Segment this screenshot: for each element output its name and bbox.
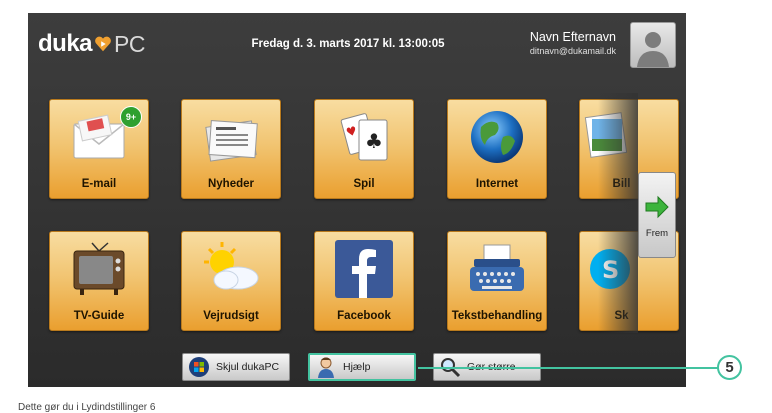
arrow-right-icon: [645, 195, 669, 219]
callout-line: [418, 367, 718, 369]
logo-pc-text: PC: [114, 30, 145, 57]
tile-tv-guide[interactable]: TV-Guide: [49, 231, 149, 331]
tile-facebook[interactable]: Facebook: [314, 231, 414, 331]
unread-badge: 9+: [120, 106, 142, 128]
help-person-icon: [314, 355, 338, 379]
facebook-icon: [335, 240, 393, 298]
tile-label: Vejrudsigt: [203, 310, 259, 322]
logo-duka-text: duka: [38, 30, 93, 57]
next-page-button[interactable]: Frem: [638, 172, 676, 258]
heart-play-icon: [95, 36, 111, 52]
user-name: Navn Efternavn: [529, 30, 616, 44]
dukapc-screen: duka PC Fredag d. 3. marts 2017 kl. 13:0…: [28, 13, 686, 387]
user-avatar[interactable]: [630, 22, 676, 68]
help-label: Hjælp: [343, 361, 371, 373]
svg-text:♣: ♣: [365, 129, 383, 153]
windows-icon: [187, 355, 211, 379]
tile-label: Internet: [475, 178, 519, 190]
person-silhouette-icon: [637, 32, 669, 67]
current-datetime: Fredag d. 3. marts 2017 kl. 13:00:05: [251, 38, 445, 50]
tile-email[interactable]: 9+ E-mail: [49, 99, 149, 199]
tile-label: E-mail: [81, 178, 117, 190]
newspaper-icon: [205, 120, 258, 162]
tile-label: TV-Guide: [73, 310, 125, 322]
television-icon: [73, 242, 125, 295]
footer-text: Dette gør du i Lydindstillinger 6: [18, 402, 156, 413]
hide-dukapc-button[interactable]: Skjul dukaPC: [182, 353, 290, 381]
tile-label: Nyheder: [207, 178, 255, 190]
globe-icon: [471, 111, 523, 163]
tile-label: Sk: [614, 310, 629, 322]
dukapc-logo: duka PC: [38, 29, 145, 59]
photos-icon: [584, 112, 628, 158]
tile-internet[interactable]: Internet: [447, 99, 547, 199]
weather-icon: [204, 242, 259, 290]
playing-cards-icon: ♥ ♣: [340, 113, 388, 161]
tile-vejrudsigt[interactable]: Vejrudsigt: [181, 231, 281, 331]
tile-label: Spil: [353, 178, 375, 190]
next-page-label: Frem: [645, 228, 669, 239]
tile-spil[interactable]: ♥ ♣ Spil: [314, 99, 414, 199]
user-email: ditnavn@dukamail.dk: [529, 46, 616, 56]
help-button[interactable]: Hjælp: [308, 353, 416, 381]
svg-text:S: S: [602, 256, 619, 284]
tile-tekstbehandling[interactable]: Tekstbehandling: [447, 231, 547, 331]
skype-icon: S: [590, 249, 630, 289]
tile-label: Facebook: [337, 310, 391, 322]
typewriter-icon: [470, 244, 524, 291]
hide-dukapc-label: Skjul dukaPC: [216, 361, 280, 373]
tile-nyheder[interactable]: Nyheder: [181, 99, 281, 199]
callout-number: 5: [717, 355, 742, 380]
tile-label: Tekstbehandling: [451, 310, 543, 322]
